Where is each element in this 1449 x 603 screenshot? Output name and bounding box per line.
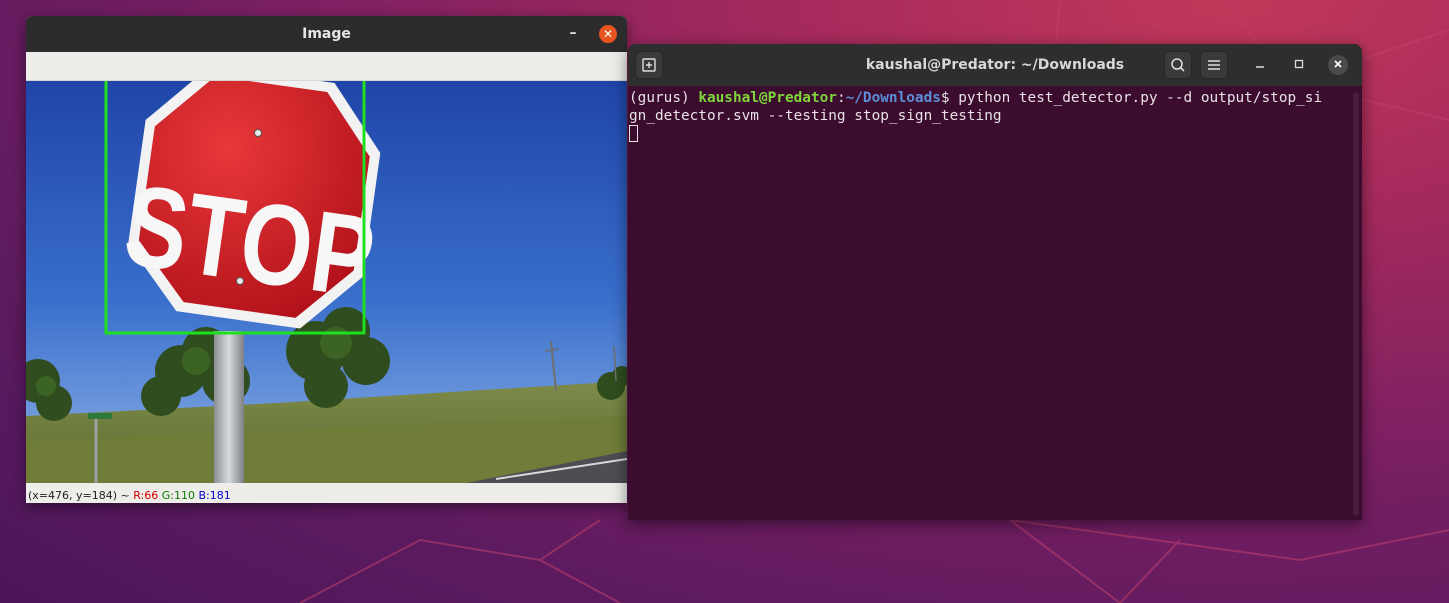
cursor-coordinates: (x=476, y=184) ~ [28, 489, 130, 502]
image-window-toolbar [26, 52, 627, 81]
close-icon[interactable]: ✕ [599, 25, 617, 43]
prompt-separator: : [836, 90, 846, 106]
hamburger-menu-icon[interactable] [1200, 51, 1228, 79]
red-value: R:66 [133, 489, 159, 502]
green-value: G:110 [161, 489, 195, 502]
command-text-line-1: python test_detector.py --d output/stop_… [958, 90, 1323, 106]
terminal-output[interactable]: (gurus) kaushal@Predator:~/Downloads$ py… [628, 86, 1362, 520]
terminal-titlebar[interactable]: kaushal@Predator: ~/Downloads [628, 44, 1362, 86]
search-icon[interactable] [1164, 51, 1192, 79]
terminal-cursor [629, 125, 638, 142]
blue-value: B:181 [198, 489, 231, 502]
prompt-path: ~/Downloads [845, 90, 941, 106]
pixel-status-bar: (x=476, y=184) ~ R:66 G:110 B:181 [26, 483, 627, 503]
terminal-scrollbar[interactable] [1353, 92, 1359, 516]
command-text-line-2: gn_detector.svm --testing stop_sign_test… [629, 108, 1002, 124]
stop-sign-photo: STOP [26, 81, 627, 483]
prompt-user: kaushal@Predator [698, 90, 837, 106]
image-window: Image – ✕ STOP (x=476, y=184) ~ R:66 G:1… [26, 16, 627, 503]
close-icon[interactable] [1328, 55, 1348, 75]
terminal-window: kaushal@Predator: ~/Downloads (gurus) ka… [628, 44, 1362, 520]
image-window-titlebar[interactable]: Image – ✕ [26, 16, 627, 52]
maximize-icon[interactable] [1289, 55, 1309, 75]
prompt-env: (gurus) [629, 90, 699, 106]
terminal-title: kaushal@Predator: ~/Downloads [865, 57, 1125, 73]
minimize-icon[interactable] [1250, 55, 1270, 75]
minimize-icon[interactable]: – [563, 24, 583, 44]
image-canvas[interactable]: STOP [26, 81, 627, 483]
prompt-dollar: $ [940, 90, 959, 106]
image-window-title: Image [302, 26, 351, 42]
new-tab-icon[interactable] [635, 51, 663, 79]
